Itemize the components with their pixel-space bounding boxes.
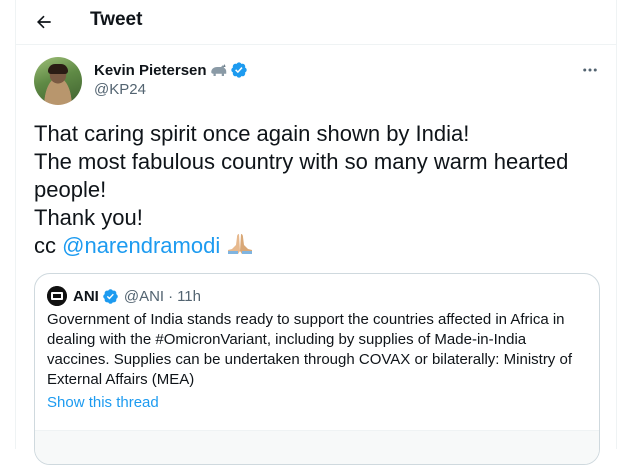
- quoted-avatar: [47, 286, 67, 306]
- tweet-text-line: people!: [34, 177, 107, 202]
- author-display-name[interactable]: Kevin Pietersen: [94, 62, 207, 79]
- page-header: Tweet: [16, 0, 616, 45]
- mention-link[interactable]: @narendramodi: [62, 233, 220, 258]
- tweet-text: That caring spirit once again shown by I…: [34, 120, 609, 260]
- quoted-display-name: ANI: [73, 287, 99, 305]
- tweet-cc-line: cc @narendramodi: [34, 232, 609, 260]
- more-horizontal-icon: [583, 68, 597, 72]
- back-button[interactable]: [26, 4, 62, 40]
- folded-hands-emoji-icon: [228, 234, 253, 254]
- quoted-timestamp: 11h: [177, 287, 201, 305]
- show-thread-link[interactable]: Show this thread: [47, 394, 159, 411]
- verified-badge-icon: [103, 288, 118, 304]
- quoted-header: ANI @ANI · 11h: [73, 286, 201, 306]
- quoted-media-preview: [35, 430, 599, 464]
- quoted-text: Government of India stands ready to supp…: [47, 310, 587, 390]
- tweet-text-line: Thank you!: [34, 205, 143, 230]
- quoted-text-line: vaccines. Supplies can be undertaken thr…: [47, 351, 572, 368]
- author-avatar[interactable]: [34, 57, 82, 105]
- author-name-row: Kevin Pietersen: [94, 60, 248, 80]
- quoted-tweet[interactable]: ANI @ANI · 11h Government of India stand…: [34, 273, 600, 465]
- tweet-text-line: The most fabulous country with so many w…: [34, 149, 569, 174]
- arrow-left-icon: [37, 15, 51, 29]
- author-handle[interactable]: @KP24: [94, 81, 146, 98]
- tweet-text-line: That caring spirit once again shown by I…: [34, 121, 470, 146]
- quoted-text-line: dealing with the #OmicronVariant, includ…: [47, 331, 527, 348]
- quoted-text-line: Government of India stands ready to supp…: [47, 311, 565, 328]
- more-options-button[interactable]: [574, 57, 606, 83]
- verified-badge-icon: [230, 62, 247, 78]
- ani-logo-icon: [47, 286, 67, 306]
- quoted-separator: ·: [168, 287, 174, 305]
- tweet-detail-column: Tweet Kevin Pietersen @KP24 That caring …: [15, 0, 617, 465]
- cc-prefix: cc: [34, 233, 63, 258]
- rhino-emoji-icon: [210, 64, 226, 76]
- page-title: Tweet: [90, 9, 143, 30]
- quoted-text-line: External Affairs (MEA): [47, 371, 195, 388]
- quoted-handle: @ANI: [123, 287, 165, 305]
